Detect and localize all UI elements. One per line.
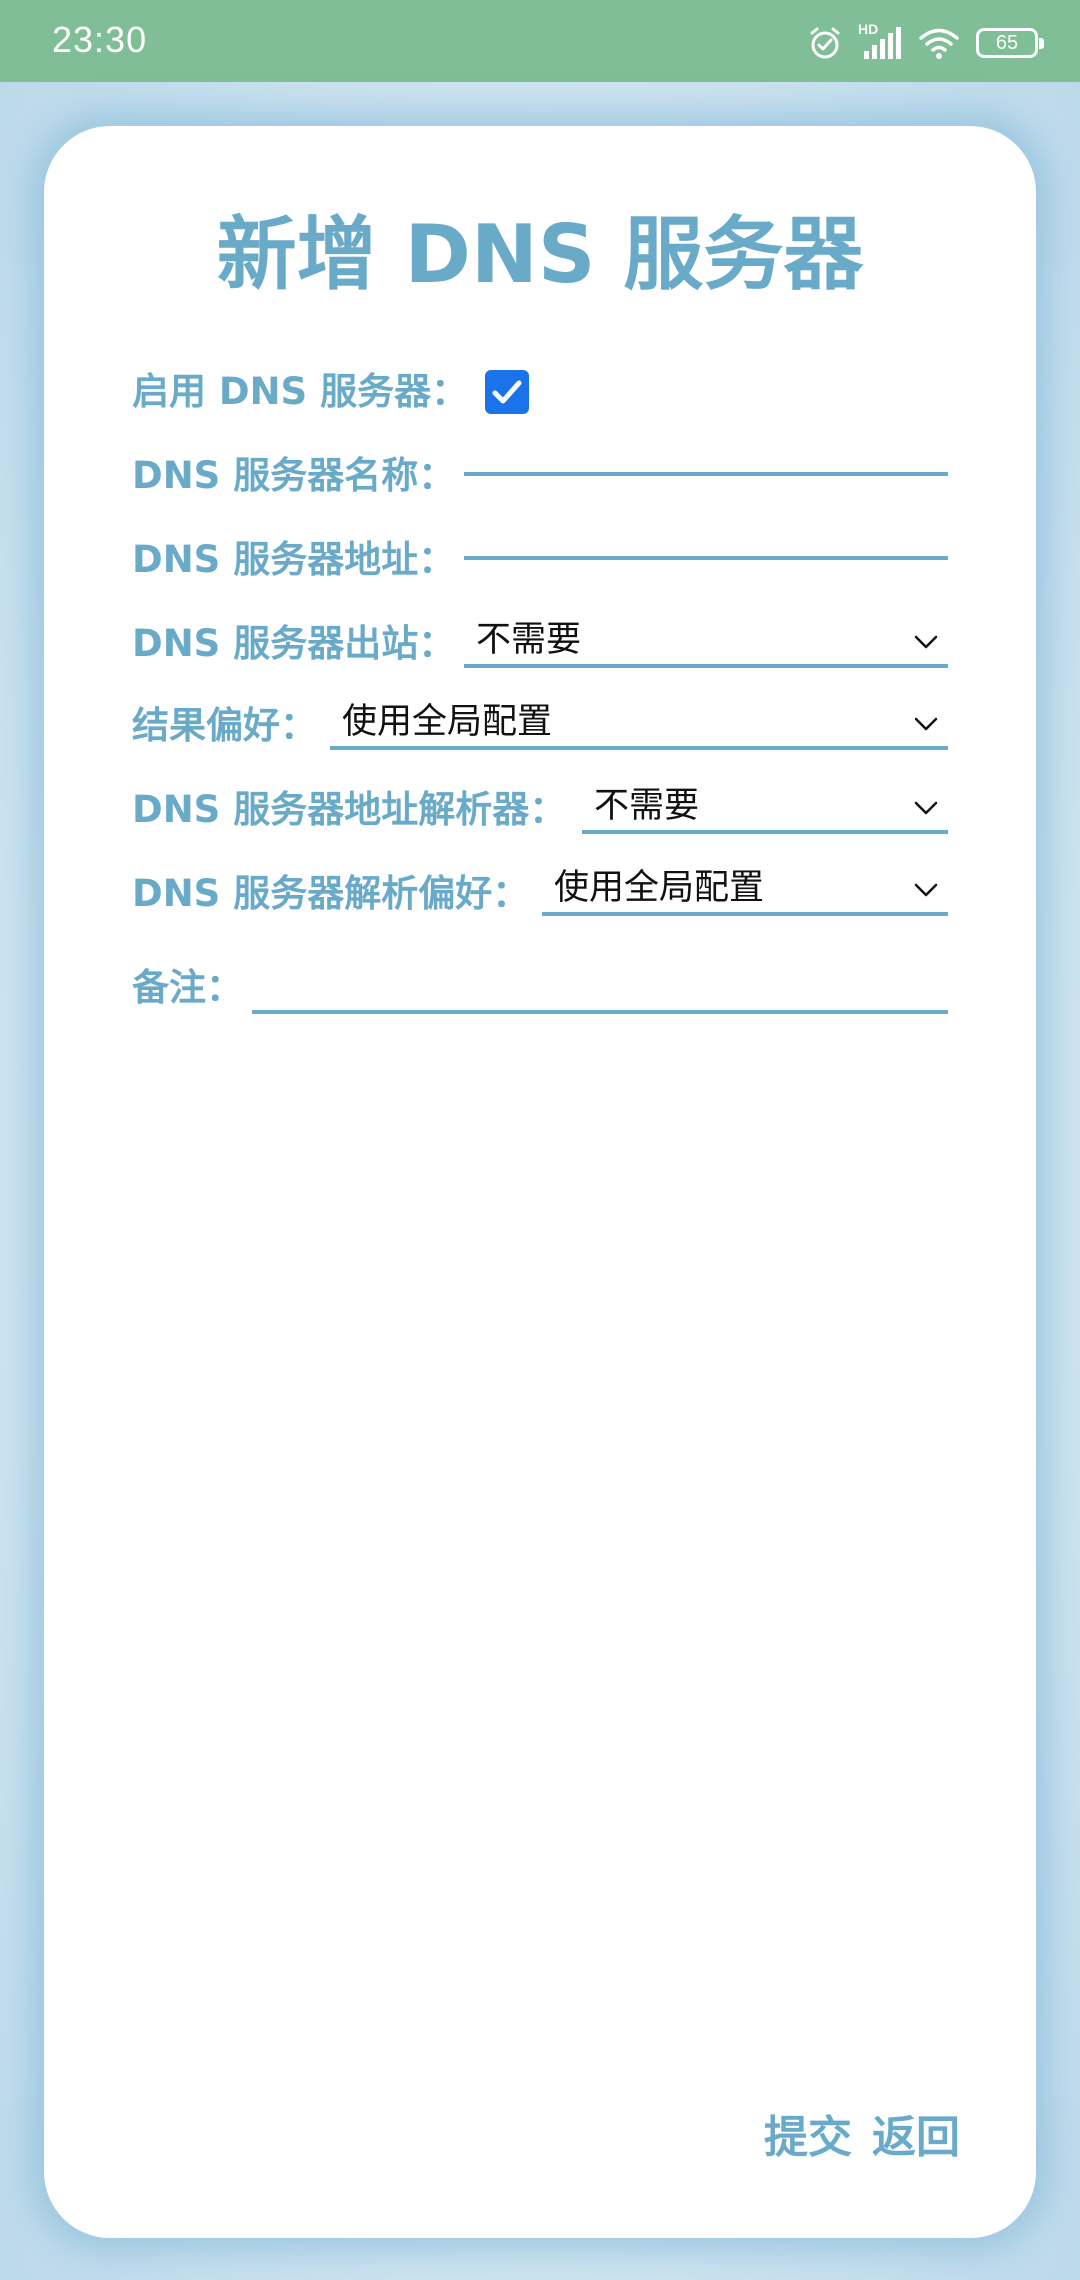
dns-address-resolver-select[interactable]: 不需要 [582, 782, 948, 834]
checkmark-icon [492, 380, 522, 404]
dns-outbound-value: 不需要 [476, 620, 582, 660]
status-icons: HD 65 [808, 21, 1044, 64]
battery-icon: 65 [976, 28, 1044, 58]
dns-name-label: DNS 服务器名称： [132, 454, 456, 497]
dns-address-label: DNS 服务器地址： [132, 538, 456, 581]
dns-resolve-preference-select[interactable]: 使用全局配置 [542, 864, 948, 916]
dns-address-resolver-label: DNS 服务器地址解析器： [132, 788, 567, 831]
dns-address-input[interactable] [464, 512, 948, 560]
dialog-title: 新增 DNS 服务器 [216, 208, 864, 301]
submit-button[interactable]: 提交 [764, 2108, 852, 2168]
chevron-down-icon [914, 883, 938, 897]
enable-dns-checkbox[interactable] [485, 370, 529, 414]
add-dns-server-dialog: 新增 DNS 服务器 启用 DNS 服务器： DNS 服务器名称： DNS 服务… [44, 126, 1036, 2238]
dns-outbound-select[interactable]: 不需要 [464, 616, 948, 668]
dns-address-resolver-value: 不需要 [594, 786, 700, 826]
signal-icon: HD [858, 21, 902, 61]
status-bar: 23:30 HD 65 [0, 0, 1080, 82]
wifi-icon [918, 26, 960, 60]
chevron-down-icon [914, 635, 938, 649]
alarm-icon [808, 26, 842, 60]
enable-dns-label: 启用 DNS 服务器： [132, 370, 469, 413]
dns-resolve-preference-value: 使用全局配置 [554, 868, 765, 908]
chevron-down-icon [914, 801, 938, 815]
battery-level: 65 [995, 32, 1019, 54]
status-time: 23:30 [52, 19, 148, 60]
result-preference-value: 使用全局配置 [342, 702, 553, 742]
dns-outbound-label: DNS 服务器出站： [132, 622, 456, 665]
dns-resolve-preference-label: DNS 服务器解析偏好： [132, 872, 530, 915]
remark-label: 备注： [132, 966, 243, 1009]
result-preference-label: 结果偏好： [132, 704, 317, 747]
remark-input[interactable] [252, 966, 948, 1014]
result-preference-select[interactable]: 使用全局配置 [330, 698, 948, 750]
dns-name-input[interactable] [464, 428, 948, 476]
chevron-down-icon [914, 717, 938, 731]
back-button[interactable]: 返回 [872, 2108, 960, 2168]
